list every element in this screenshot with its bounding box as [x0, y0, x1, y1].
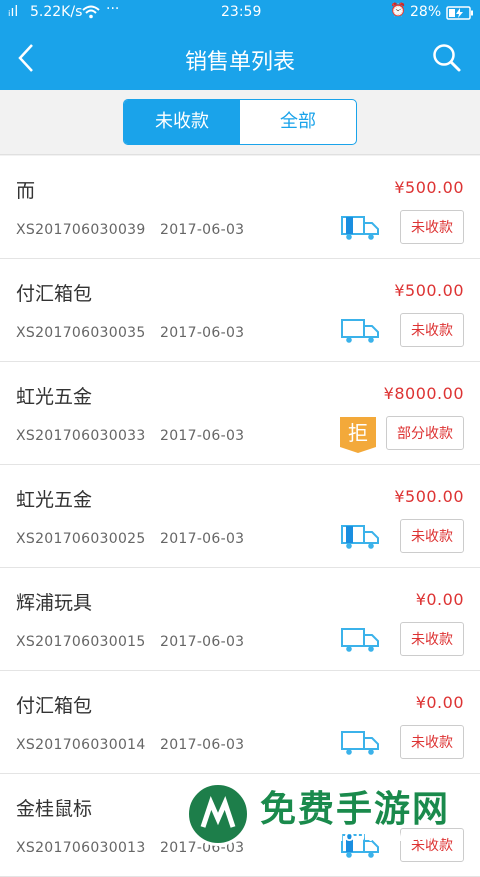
order-code: XS201706030033: [16, 428, 146, 444]
battery-icon: [446, 6, 474, 20]
order-amount: ¥0.00: [415, 590, 464, 609]
list-item[interactable]: 而 XS201706030039 2017-06-03 ¥500.00 未收款: [0, 156, 480, 259]
clock: 23:59: [221, 4, 262, 20]
order-code: XS201706030025: [16, 531, 146, 547]
signal-icon: ᵢıl: [8, 4, 19, 20]
customer-name: 付汇箱包: [16, 283, 93, 305]
order-list: 而 XS201706030039 2017-06-03 ¥500.00 未收款 …: [0, 156, 480, 877]
list-item[interactable]: 付汇箱包 XS201706030035 2017-06-03 ¥500.00 未…: [0, 259, 480, 362]
order-code: XS201706030035: [16, 325, 146, 341]
battery-percent: 28%: [410, 4, 442, 20]
tab-unpaid[interactable]: 未收款: [124, 100, 240, 144]
truck-partial-icon: [340, 214, 380, 242]
status-bar: ᵢıl 5.22K/s ··· 23:59 ⏰ 28%: [0, 0, 480, 26]
payment-status-button[interactable]: 未收款: [400, 622, 464, 656]
customer-name: 而: [16, 180, 36, 202]
network-speed: 5.22K/s: [30, 4, 83, 20]
order-code: XS201706030014: [16, 737, 146, 753]
app-header: 销售单列表: [0, 26, 480, 90]
customer-name: 辉浦玩具: [16, 592, 93, 614]
order-date: 2017-06-03: [160, 325, 245, 341]
payment-status-button[interactable]: 未收款: [400, 519, 464, 553]
payment-status-button[interactable]: 未收款: [400, 725, 464, 759]
customer-name: 虹光五金: [16, 489, 93, 511]
order-amount: ¥500.00: [394, 487, 464, 506]
order-code: XS201706030013: [16, 840, 146, 856]
watermark-title: 免费手游网: [260, 789, 451, 830]
reject-icon: 拒: [340, 417, 376, 453]
list-item[interactable]: 付汇箱包 XS201706030014 2017-06-03 ¥0.00 未收款: [0, 671, 480, 774]
filter-tabs-bar: 未收款 全部: [0, 90, 480, 155]
more-dots: ···: [106, 1, 120, 17]
order-amount: ¥500.00: [394, 178, 464, 197]
page-title: 销售单列表: [184, 50, 295, 75]
segmented-control: 未收款 全部: [123, 99, 357, 145]
order-code: XS201706030039: [16, 222, 146, 238]
watermark-logo-icon: [186, 782, 250, 846]
list-item[interactable]: 虹光五金 XS201706030033 2017-06-03 ¥8000.00 …: [0, 362, 480, 465]
order-date: 2017-06-03: [160, 222, 245, 238]
tab-all[interactable]: 全部: [240, 100, 356, 144]
list-item[interactable]: 虹光五金 XS201706030025 2017-06-03 ¥500.00 未…: [0, 465, 480, 568]
order-date: 2017-06-03: [160, 737, 245, 753]
payment-status-button[interactable]: 未收款: [400, 210, 464, 244]
order-date: 2017-06-03: [160, 634, 245, 650]
customer-name: 虹光五金: [16, 386, 93, 408]
customer-name: 金桂鼠标: [16, 798, 93, 820]
order-amount: ¥8000.00: [383, 384, 464, 403]
list-item[interactable]: 辉浦玩具 XS201706030015 2017-06-03 ¥0.00 未收款: [0, 568, 480, 671]
truck-empty-icon: [340, 626, 380, 654]
wifi-icon: [82, 5, 100, 19]
watermark-subtitle: MIANFEISHOUYOUWANG: [260, 830, 444, 844]
truck-empty-icon: [340, 317, 380, 345]
payment-status-button[interactable]: 未收款: [400, 313, 464, 347]
search-icon[interactable]: [432, 42, 462, 74]
order-code: XS201706030015: [16, 634, 146, 650]
watermark: 免费手游网 MIANFEISHOUYOUWANG: [176, 776, 480, 853]
order-date: 2017-06-03: [160, 531, 245, 547]
customer-name: 付汇箱包: [16, 695, 93, 717]
reject-char: 拒: [348, 421, 368, 445]
order-date: 2017-06-03: [160, 428, 245, 444]
truck-partial-icon: [340, 523, 380, 551]
alarm-icon: ⏰: [390, 3, 407, 18]
payment-status-button[interactable]: 部分收款: [386, 416, 464, 450]
order-amount: ¥0.00: [415, 693, 464, 712]
truck-empty-icon: [340, 729, 380, 757]
order-amount: ¥500.00: [394, 281, 464, 300]
